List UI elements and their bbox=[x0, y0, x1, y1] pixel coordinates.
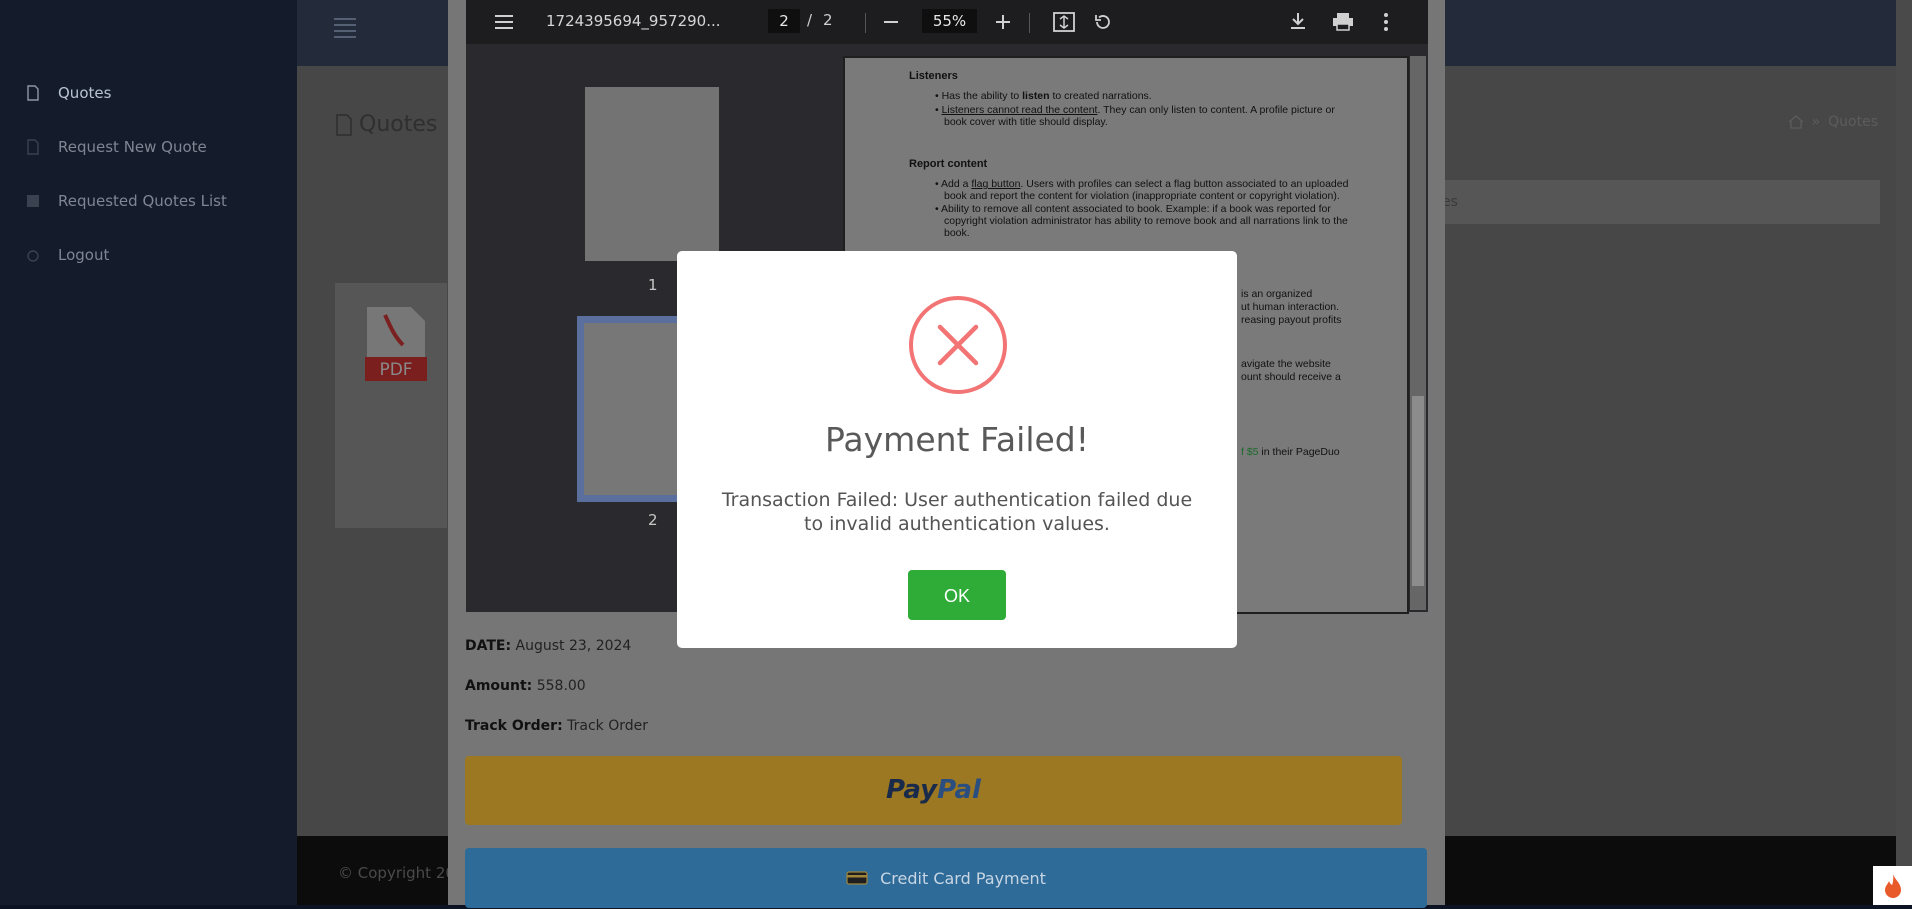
doc-text: book and report the content for violatio… bbox=[944, 190, 1340, 202]
page-title-text: Quotes bbox=[359, 112, 438, 137]
doc-text: copyright violation administrator has ab… bbox=[944, 215, 1348, 227]
page-separator: / bbox=[807, 11, 813, 29]
page-title: Quotes bbox=[335, 112, 437, 137]
edit-icon bbox=[27, 139, 39, 155]
footer-copyright: © Copyright 20 bbox=[338, 864, 455, 882]
pdf-filename: 1724395694_957290... bbox=[546, 12, 721, 30]
power-icon bbox=[27, 250, 39, 262]
doc-text: f $5 in their PageDuo bbox=[1241, 446, 1340, 458]
dialog-message: Transaction Failed: User authentication … bbox=[721, 489, 1193, 535]
doc-text: • Ability to remove all content associat… bbox=[935, 203, 1331, 215]
breadcrumb: » Quotes bbox=[1788, 114, 1878, 130]
doc-heading: Listeners bbox=[909, 70, 958, 82]
pdf-file-icon[interactable]: PDF bbox=[365, 305, 427, 383]
sidebar-item-label: Logout bbox=[58, 246, 110, 264]
ok-button[interactable]: OK bbox=[908, 570, 1006, 620]
paypal-button[interactable]: PayPal bbox=[465, 756, 1402, 825]
fit-page-icon[interactable] bbox=[1053, 12, 1075, 32]
sidebar-item-label: Request New Quote bbox=[58, 138, 207, 156]
order-amount: Amount: 558.00 bbox=[465, 678, 586, 694]
zoom-out-icon[interactable] bbox=[884, 21, 898, 24]
dialog-title: Payment Failed! bbox=[825, 420, 1089, 459]
breadcrumb-current: Quotes bbox=[1828, 114, 1878, 130]
page-number-input[interactable]: 2 bbox=[768, 9, 800, 33]
sidebar-item-label: Quotes bbox=[58, 84, 112, 102]
pdf-scrollbar[interactable] bbox=[1410, 56, 1426, 610]
toolbar-divider bbox=[1029, 13, 1030, 33]
doc-text: avigate the website bbox=[1241, 358, 1331, 370]
doc-text: • Has the ability to listen to created n… bbox=[935, 90, 1152, 102]
sidebar-item-label: Requested Quotes List bbox=[58, 192, 227, 210]
doc-text: ount should receive a bbox=[1241, 371, 1341, 383]
thumbnail-label: 1 bbox=[648, 276, 658, 294]
menu-toggle-icon[interactable] bbox=[334, 18, 356, 38]
more-options-icon[interactable] bbox=[1384, 13, 1388, 31]
sidebar-item-requested-quotes-list[interactable]: Requested Quotes List bbox=[26, 192, 227, 210]
zoom-level[interactable]: 55% bbox=[922, 9, 977, 33]
sidebar-toggle-icon[interactable] bbox=[494, 14, 514, 30]
doc-text: reasing payout profits bbox=[1241, 314, 1342, 326]
sidebar-item-logout[interactable]: Logout bbox=[26, 246, 109, 264]
zoom-in-icon[interactable] bbox=[996, 15, 1010, 29]
list-icon bbox=[27, 195, 39, 207]
rotate-icon[interactable] bbox=[1093, 12, 1113, 32]
doc-text: book. bbox=[944, 227, 970, 239]
sidebar: Quotes Request New Quote Requested Quote… bbox=[0, 0, 297, 905]
document-icon bbox=[336, 113, 352, 136]
page-total: 2 bbox=[823, 11, 833, 29]
error-icon bbox=[909, 296, 1007, 394]
doc-text: book cover with title should display. bbox=[944, 116, 1108, 128]
flame-icon[interactable] bbox=[1873, 866, 1912, 905]
toolbar-divider bbox=[865, 13, 866, 33]
home-icon[interactable] bbox=[1788, 115, 1804, 129]
page-scrollbar[interactable] bbox=[1896, 0, 1912, 905]
pdf-label: PDF bbox=[379, 360, 412, 380]
doc-text: • Listeners cannot read the content. The… bbox=[935, 104, 1335, 116]
doc-text: • Add a flag button. Users with profiles… bbox=[935, 178, 1349, 190]
download-icon[interactable] bbox=[1290, 12, 1306, 30]
order-track: Track Order: Track Order bbox=[465, 718, 648, 734]
order-date: DATE: August 23, 2024 bbox=[465, 638, 632, 654]
document-icon bbox=[27, 85, 39, 101]
credit-card-icon bbox=[846, 871, 868, 885]
doc-text: is an organized bbox=[1241, 288, 1313, 300]
page-thumbnail-1[interactable] bbox=[585, 87, 719, 261]
credit-card-payment-button[interactable]: Credit Card Payment bbox=[465, 848, 1427, 908]
sidebar-item-request-new-quote[interactable]: Request New Quote bbox=[26, 138, 207, 156]
track-order-link[interactable]: Track Order bbox=[567, 718, 648, 734]
doc-text: ut human interaction. bbox=[1241, 301, 1340, 313]
sidebar-item-quotes[interactable]: Quotes bbox=[26, 84, 111, 102]
thumbnail-label: 2 bbox=[648, 511, 658, 529]
breadcrumb-separator-icon: » bbox=[1811, 114, 1821, 130]
doc-heading: Report content bbox=[909, 158, 988, 170]
quotes-card-header: otes bbox=[1418, 180, 1880, 224]
print-icon[interactable] bbox=[1332, 12, 1354, 31]
